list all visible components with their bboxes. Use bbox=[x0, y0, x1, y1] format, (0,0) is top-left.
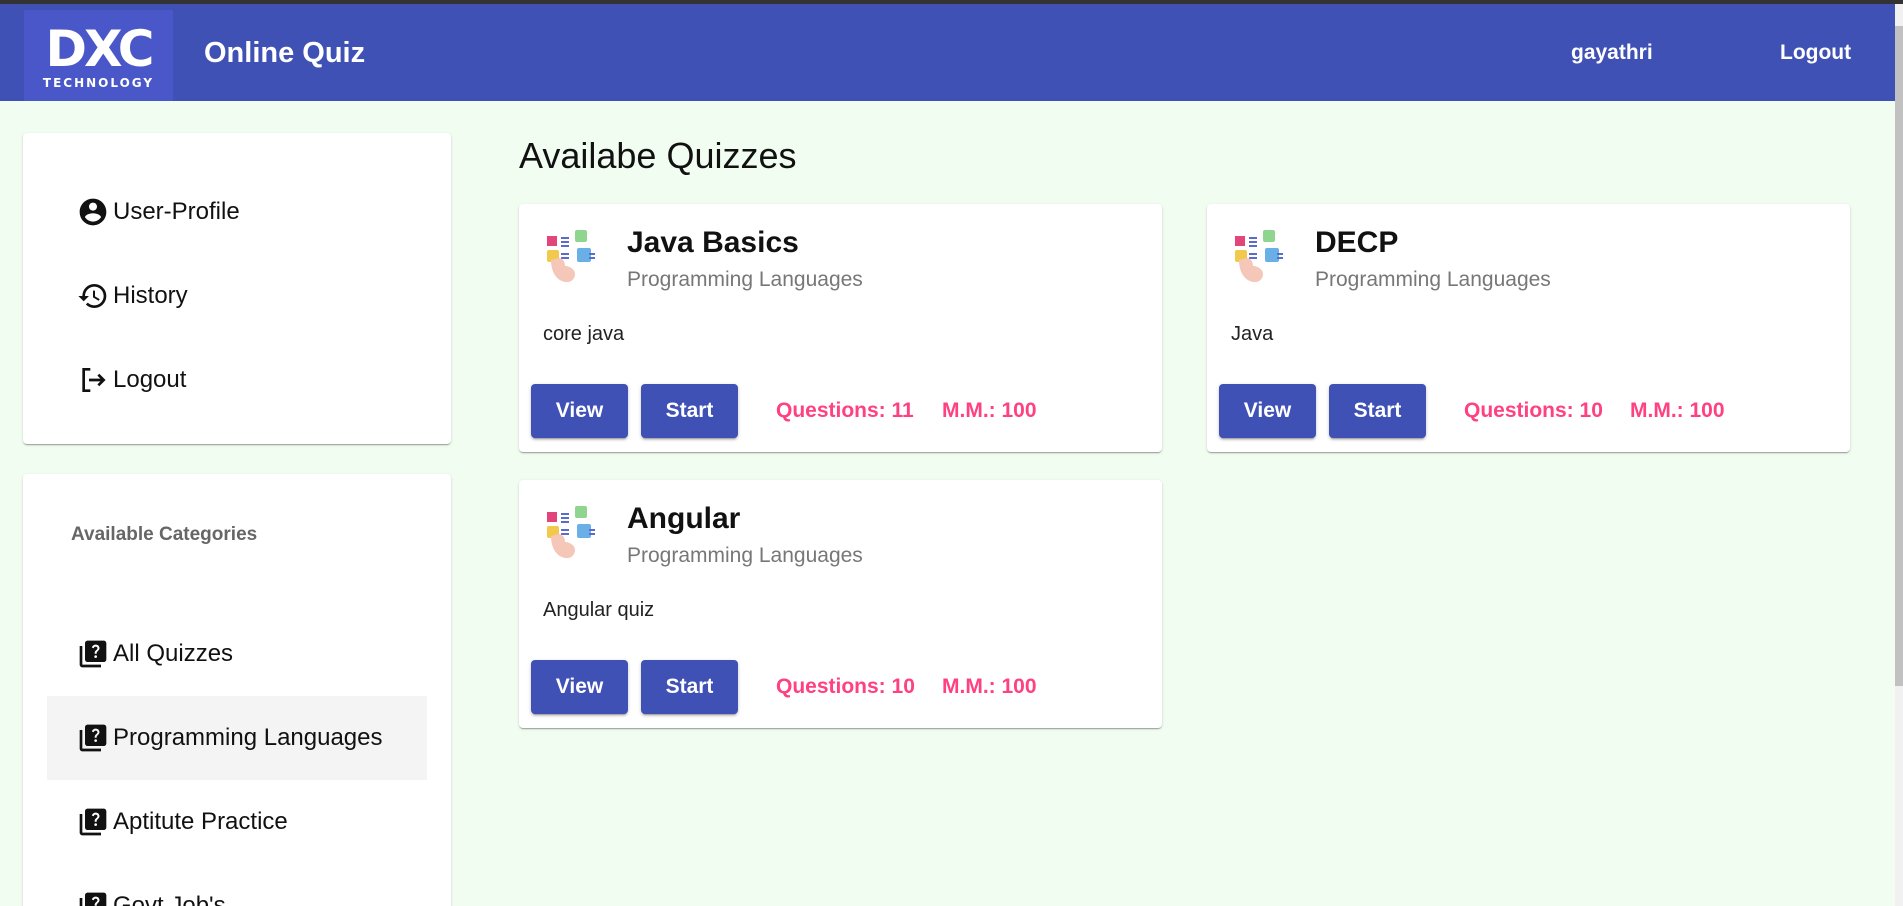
user-name-button[interactable]: gayathri bbox=[1571, 41, 1653, 65]
quiz-avatar-icon bbox=[541, 226, 603, 288]
quiz-description: Java bbox=[1231, 323, 1274, 345]
start-button[interactable]: Start bbox=[641, 660, 738, 714]
quiz-title: DECP bbox=[1315, 226, 1399, 259]
questions-count: Questions: 11 bbox=[776, 399, 914, 423]
sidebar-item-label: User-Profile bbox=[113, 198, 240, 225]
sidebar-item-label: Logout bbox=[113, 366, 187, 393]
logout-icon bbox=[77, 364, 109, 396]
quiz-icon bbox=[77, 890, 109, 906]
categories-heading: Available Categories bbox=[71, 524, 258, 545]
quiz-card: DECP Programming Languages Java View Sta… bbox=[1207, 204, 1850, 452]
sidebar-item-programming-languages[interactable]: Programming Languages bbox=[47, 696, 427, 780]
sidebar-item-label: History bbox=[113, 282, 188, 309]
quiz-category: Programming Languages bbox=[627, 268, 863, 291]
questions-count: Questions: 10 bbox=[776, 675, 915, 699]
questions-label: Questions: bbox=[1464, 399, 1580, 422]
questions-value: 10 bbox=[891, 675, 915, 698]
marks-value: 100 bbox=[1001, 399, 1037, 422]
sidebar-item-logout[interactable]: Logout bbox=[47, 338, 427, 422]
sidebar-item-govt-jobs[interactable]: Govt.Job's bbox=[47, 864, 427, 906]
top-toolbar: DXC TECHNOLOGY Online Quiz gayathri Logo… bbox=[0, 4, 1895, 101]
sidebar-item-all-quizzes[interactable]: All Quizzes bbox=[47, 612, 427, 696]
sidebar-item-aptitute-practice[interactable]: Aptitute Practice bbox=[47, 780, 427, 864]
sidebar-item-label: Programming Languages bbox=[113, 724, 383, 751]
sidebar-item-label: Aptitute Practice bbox=[113, 808, 288, 835]
quiz-description: core java bbox=[543, 323, 625, 345]
max-marks: M.M.: 100 bbox=[942, 399, 1037, 423]
marks-value: 100 bbox=[1001, 675, 1037, 698]
questions-label: Questions: bbox=[776, 399, 892, 422]
sidebar-item-label: Govt.Job's bbox=[113, 892, 226, 906]
quiz-icon bbox=[77, 722, 109, 754]
start-button[interactable]: Start bbox=[641, 384, 738, 438]
start-button[interactable]: Start bbox=[1329, 384, 1426, 438]
logo-subtext: TECHNOLOGY bbox=[42, 76, 155, 90]
quiz-title: Angular bbox=[627, 502, 741, 535]
toolbar-logout-button[interactable]: Logout bbox=[1780, 41, 1851, 65]
max-marks: M.M.: 100 bbox=[942, 675, 1037, 699]
quiz-card: Java Basics Programming Languages core j… bbox=[519, 204, 1162, 452]
quiz-category: Programming Languages bbox=[627, 544, 863, 567]
max-marks: M.M.: 100 bbox=[1630, 399, 1725, 423]
sidebar-item-label: All Quizzes bbox=[113, 640, 234, 667]
view-button[interactable]: View bbox=[531, 660, 628, 714]
scrollbar-thumb[interactable] bbox=[1895, 26, 1903, 686]
questions-label: Questions: bbox=[776, 675, 892, 698]
page-title: Availabe Quizzes bbox=[519, 135, 797, 176]
categories-card: Available Categories All Quizzes Program… bbox=[23, 474, 451, 906]
dxc-logo[interactable]: DXC TECHNOLOGY bbox=[24, 10, 173, 101]
logo-text: DXC bbox=[45, 20, 155, 78]
questions-value: 11 bbox=[891, 399, 914, 422]
sidebar-item-user-profile[interactable]: User-Profile bbox=[47, 170, 427, 254]
account-circle-icon bbox=[77, 196, 109, 228]
quiz-title: Java Basics bbox=[627, 226, 799, 259]
questions-value: 10 bbox=[1579, 399, 1603, 422]
quiz-icon bbox=[77, 638, 109, 670]
sidebar-item-history[interactable]: History bbox=[47, 254, 427, 338]
quiz-icon bbox=[77, 806, 109, 838]
quiz-description: Angular quiz bbox=[543, 599, 655, 621]
quiz-card: Angular Programming Languages Angular qu… bbox=[519, 480, 1162, 728]
marks-label: M.M.: bbox=[942, 675, 1002, 698]
page-scrollbar[interactable] bbox=[1895, 4, 1903, 906]
marks-label: M.M.: bbox=[1630, 399, 1690, 422]
user-menu-card: User-Profile History Logout bbox=[23, 133, 451, 444]
history-icon bbox=[77, 280, 109, 312]
marks-value: 100 bbox=[1689, 399, 1725, 422]
quiz-avatar-icon bbox=[1229, 226, 1291, 288]
view-button[interactable]: View bbox=[1219, 384, 1316, 438]
questions-count: Questions: 10 bbox=[1464, 399, 1603, 423]
quiz-category: Programming Languages bbox=[1315, 268, 1551, 291]
app-title: Online Quiz bbox=[204, 37, 366, 69]
view-button[interactable]: View bbox=[531, 384, 628, 438]
quiz-avatar-icon bbox=[541, 502, 603, 564]
marks-label: M.M.: bbox=[942, 399, 1002, 422]
